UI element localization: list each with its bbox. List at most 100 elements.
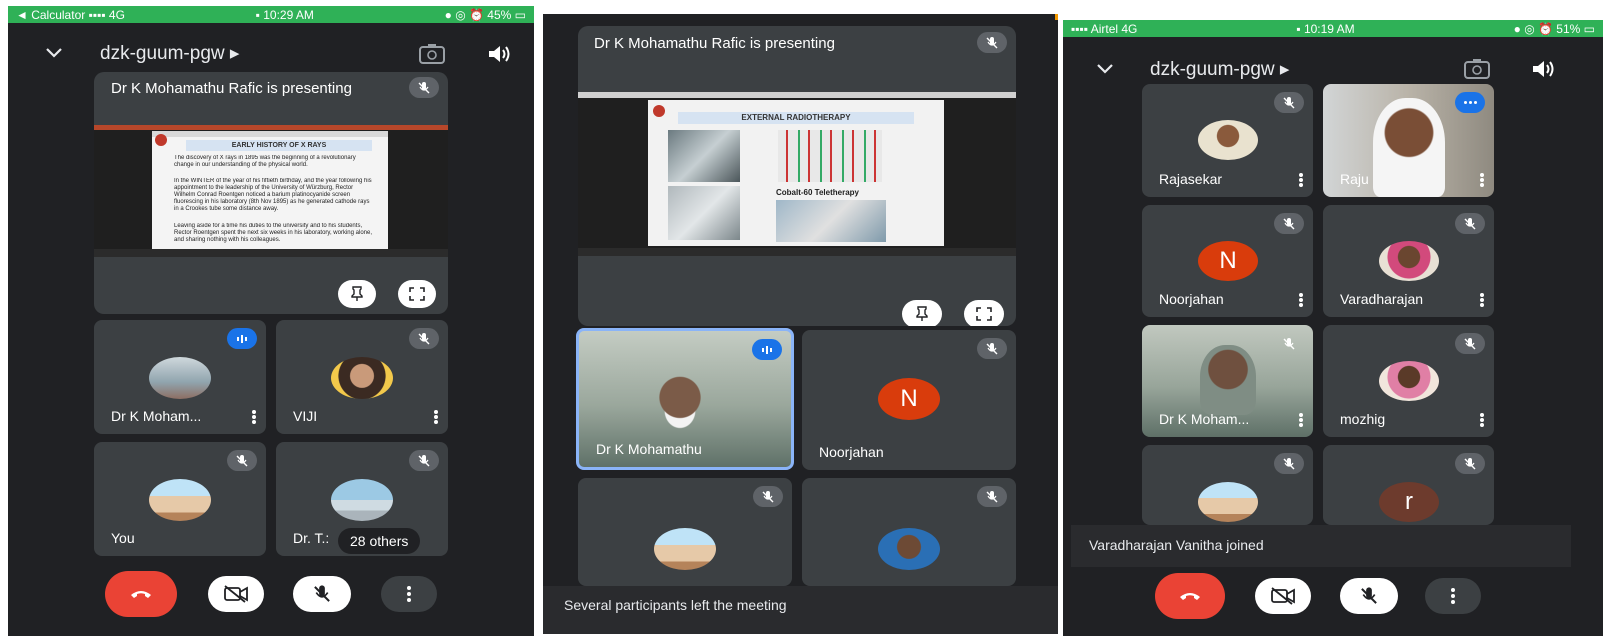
- pin-icon: [916, 306, 928, 321]
- participant-tile[interactable]: You: [94, 442, 266, 556]
- mic-off-icon: [314, 585, 330, 602]
- pin-button[interactable]: [338, 280, 376, 308]
- presentation-tile[interactable]: Dr K Mohamathu Rafic is presenting EARLY…: [94, 72, 448, 314]
- mic-off-icon: [986, 490, 998, 502]
- slide: EARLY HISTORY OF X RAYS The discovery of…: [152, 131, 388, 249]
- slide-photo: [668, 186, 740, 240]
- status-right: ● ◎ ⏰ 45% ▭: [444, 7, 526, 22]
- more-options-icon[interactable]: [1480, 173, 1484, 187]
- fullscreen-icon: [976, 307, 992, 321]
- participant-tile[interactable]: [1142, 445, 1313, 525]
- more-options-button[interactable]: [381, 576, 437, 612]
- participant-tile[interactable]: mozhig: [1323, 325, 1494, 437]
- slide-bullet-1: The discovery of X rays in 1895 was the …: [174, 155, 356, 168]
- participant-tile[interactable]: Varadharajan: [1323, 205, 1494, 317]
- more-options-icon[interactable]: [252, 410, 256, 424]
- others-count-badge[interactable]: 28 others: [338, 528, 421, 554]
- more-options-icon[interactable]: [1480, 293, 1484, 307]
- slide-bullet-2: In the WINTER of the year of his fiftiet…: [174, 178, 372, 212]
- meeting-code[interactable]: dzk-guum-pgw ▸: [1150, 58, 1289, 81]
- participant-tile[interactable]: N Noorjahan: [1142, 205, 1313, 317]
- camera-toggle-button[interactable]: [208, 576, 264, 612]
- toast-message: Several participants left the meeting: [564, 597, 787, 613]
- switch-camera-icon[interactable]: [1463, 58, 1491, 80]
- mic-off-icon: [418, 454, 430, 466]
- avatar: [1379, 241, 1439, 281]
- participant-tile[interactable]: r: [1323, 445, 1494, 525]
- participant-tile[interactable]: [578, 478, 792, 586]
- status-left: ▪▪▪▪ Airtel 4G: [1071, 21, 1138, 36]
- slide-photo: [668, 130, 740, 182]
- fullscreen-button[interactable]: [398, 280, 436, 308]
- pin-button[interactable]: [902, 300, 942, 326]
- mic-off-badge: [1274, 333, 1304, 354]
- mic-off-badge: [977, 338, 1007, 359]
- mic-off-badge: [409, 450, 439, 471]
- participant-tile[interactable]: Rajasekar: [1142, 84, 1313, 197]
- participant-tile[interactable]: Dr K Moham...: [94, 320, 266, 434]
- end-call-button[interactable]: [1155, 573, 1225, 619]
- participant-tile[interactable]: N Noorjahan: [802, 330, 1016, 470]
- speaker-icon[interactable]: [485, 43, 513, 65]
- mic-off-badge: [1455, 213, 1485, 234]
- more-options-icon[interactable]: [1299, 293, 1303, 307]
- participant-video: [1200, 345, 1256, 415]
- end-call-button[interactable]: [105, 571, 177, 617]
- participant-tile-video[interactable]: Dr K Moham...: [1142, 325, 1313, 437]
- slide-title: EXTERNAL RADIOTHERAPY: [678, 112, 914, 124]
- participant-name: You: [111, 530, 135, 546]
- phone-hangup-icon: [1180, 593, 1200, 600]
- shared-screen: EARLY HISTORY OF X RAYS The discovery of…: [94, 125, 448, 257]
- slide-diagram: [776, 200, 886, 242]
- status-bar: ▪▪▪▪ Airtel 4G ▪ 10:19 AM ● ◎ ⏰ 51% ▭: [1063, 20, 1603, 37]
- avatar: [1379, 361, 1439, 401]
- more-options-icon[interactable]: [1480, 413, 1484, 427]
- more-options-button[interactable]: [1425, 578, 1481, 614]
- chevron-down-icon[interactable]: [44, 46, 64, 60]
- mic-off-icon: [1464, 337, 1476, 349]
- participant-tile-video[interactable]: Dr K Mohamathu: [576, 328, 794, 470]
- participant-name: Dr K Moham...: [1159, 411, 1250, 427]
- presenting-label: Dr K Mohamathu Rafic is presenting: [594, 35, 835, 52]
- mic-off-icon: [986, 36, 998, 48]
- phone-hangup-icon: [131, 591, 151, 598]
- switch-camera-icon[interactable]: [418, 43, 446, 65]
- participant-tile[interactable]: VIJI: [276, 320, 448, 434]
- participant-tile[interactable]: [802, 478, 1016, 586]
- mic-off-icon: [418, 332, 430, 344]
- fullscreen-button[interactable]: [964, 300, 1004, 326]
- speaker-icon[interactable]: [1529, 58, 1557, 80]
- mic-off-badge: [1274, 92, 1304, 113]
- mic-off-icon: [418, 81, 430, 93]
- mic-toggle-button[interactable]: [1340, 578, 1398, 614]
- phone-screen-2: Dr K Mohamathu Rafic is presenting EXTER…: [543, 14, 1058, 634]
- avatar: N: [1198, 241, 1258, 281]
- slide-diagram: [778, 130, 882, 182]
- mic-off-icon: [1361, 587, 1377, 604]
- participant-name: Dr. T.:: [293, 530, 330, 546]
- status-time: ▪ 10:29 AM: [255, 7, 314, 22]
- mic-off-badge: [753, 486, 783, 507]
- fullscreen-icon: [409, 287, 425, 301]
- presentation-tile[interactable]: Dr K Mohamathu Rafic is presenting EXTER…: [578, 26, 1016, 326]
- mic-off-icon: [1283, 457, 1295, 469]
- audio-wave-icon: [762, 345, 772, 354]
- more-options-icon[interactable]: [434, 410, 438, 424]
- mic-off-icon: [1283, 337, 1295, 349]
- camera-toggle-button[interactable]: [1255, 578, 1311, 614]
- participant-video: [645, 371, 715, 437]
- pin-icon: [351, 286, 363, 301]
- avatar: [878, 528, 940, 570]
- mic-off-icon: [762, 490, 774, 502]
- meeting-code[interactable]: dzk-guum-pgw ▸: [100, 42, 239, 65]
- participant-tile-video[interactable]: Raju: [1323, 84, 1494, 197]
- chevron-down-icon[interactable]: [1095, 62, 1115, 76]
- more-options-icon[interactable]: [1299, 173, 1303, 187]
- mic-off-badge: [1455, 333, 1485, 354]
- mic-toggle-button[interactable]: [293, 576, 351, 612]
- avatar: [149, 357, 211, 399]
- camera-off-icon: [1271, 587, 1295, 605]
- more-options-icon[interactable]: [1299, 413, 1303, 427]
- participant-tile[interactable]: Dr. T.: 28 others: [276, 442, 448, 556]
- participant-name: Varadharajan: [1340, 291, 1424, 307]
